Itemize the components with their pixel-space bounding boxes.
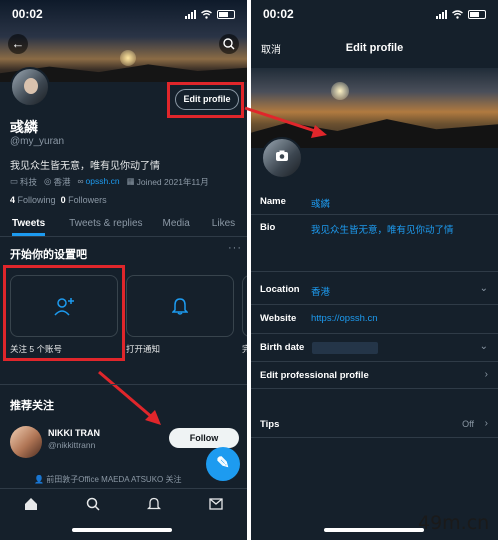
follow-stats: 4 Following 0 Followers [10,195,107,205]
profile-meta: ▭ 科技 ◎ 香港 ∞ opssh.cn ▦ Joined 2021年11月 [10,176,209,188]
home-icon[interactable] [24,497,38,511]
edit-profile-screen: 00:02 Edit profile 取消 Name 彧繗 Bio 我见众生皆无… [251,0,498,540]
profile-tabs: Tweets Tweets & replies Media Likes [0,213,247,237]
header-image[interactable] [251,68,498,148]
following-count[interactable]: 4 [10,195,15,205]
chevron-down-icon: ⌄ [479,283,488,294]
birth-date-row[interactable]: Birth date ⌄ [251,334,498,362]
avatar[interactable] [261,137,303,179]
wifi-icon [452,9,463,19]
bell-icon [172,298,188,315]
bell-icon[interactable] [147,497,162,511]
profile-location: 香港 [53,177,71,187]
professional-profile-row[interactable]: Edit professional profile › [251,362,498,389]
recommended-user-name[interactable]: NIKKI TRAN [48,428,100,438]
bottom-nav [0,488,247,518]
name-label: Name [260,196,286,207]
briefcase-icon: ▭ [10,176,19,186]
bio-field[interactable]: 我见众生皆无意，唯有见你动了情 [311,222,454,236]
status-bar: 00:02 [0,0,247,28]
birth-date-field[interactable] [312,342,378,354]
camera-icon[interactable] [275,149,289,163]
bio-row[interactable]: Bio 我见众生皆无意，唯有见你动了情 [251,215,498,272]
followers-count[interactable]: 0 [61,195,66,205]
tab-tweets-replies[interactable]: Tweets & replies [69,213,142,236]
profile-link[interactable]: opssh.cn [86,176,120,188]
divider [0,384,247,385]
card-label-notifications: 打开通知 [126,344,161,354]
calendar-icon: ▦ [126,176,135,186]
recommend-title: 推荐关注 [10,400,54,412]
profile-handle: @my_yuran [10,136,65,147]
follow-button[interactable]: Follow [169,428,239,448]
annotation-arrow [98,370,161,425]
status-time: 00:02 [12,7,43,21]
location-label: Location [260,284,300,295]
back-arrow-icon[interactable]: ← [8,34,28,54]
watermark: 49m.cn [418,512,490,534]
tips-value: Off [462,419,474,429]
profile-category: 科技 [20,177,38,187]
tab-likes[interactable]: Likes [212,213,235,236]
setup-title: 开始你的设置吧 [10,249,87,261]
battery-icon [468,9,486,19]
following-label[interactable]: Following [18,195,56,205]
tips-row[interactable]: Tips Off › [251,410,498,438]
cancel-button[interactable]: 取消 [261,41,281,56]
setup-card-notifications[interactable] [126,275,234,337]
tips-label: Tips [260,419,280,430]
chevron-right-icon: › [484,369,488,380]
tab-tweets[interactable]: Tweets [12,213,46,236]
location-row[interactable]: Location 香港 ⌄ [251,276,498,305]
profile-joined: Joined 2021年11月 [136,177,209,187]
person-icon: 👤 [34,475,44,484]
chevron-down-icon: ⌄ [479,341,488,352]
page-title: Edit profile [345,42,404,54]
birth-date-label: Birth date [260,342,305,353]
profile-bio: 我见众生皆无意，唯有见你动了情 [10,161,160,172]
website-field[interactable]: https://opssh.cn [311,313,378,324]
link-icon: ∞ [77,176,84,186]
professional-profile-label: Edit professional profile [260,370,369,381]
bio-label: Bio [260,222,276,233]
more-icon[interactable]: ··· [228,242,242,254]
search-icon[interactable] [86,497,100,511]
signal-icon [436,9,447,19]
status-bar: 00:02 [251,0,498,28]
status-time: 00:02 [263,7,294,21]
tab-media[interactable]: Media [163,213,190,236]
recommended-user-avatar[interactable] [10,426,42,458]
followers-label[interactable]: Followers [68,195,107,205]
search-icon[interactable] [219,34,239,54]
card-label-follow: 关注 5 个账号 [10,344,62,354]
battery-icon [217,9,235,19]
website-label: Website [260,313,297,324]
wifi-icon [201,9,212,19]
home-indicator [324,528,424,532]
location-field[interactable]: 香港 [311,284,330,298]
signal-icon [185,9,196,19]
profile-name: 彧繗 [10,119,38,135]
edit-header: Edit profile 取消 [251,28,498,68]
compose-tweet-button[interactable]: ✎ [206,447,240,481]
home-indicator [72,528,172,532]
followed-by-text: 👤 前田敦子Office MAEDA ATSUKO 关注 [34,474,182,485]
website-row[interactable]: Website https://opssh.cn [251,305,498,334]
location-icon: ◎ [44,176,52,186]
profile-screen: 00:02 ← Edit profile 彧繗 @my_yuran 我见众生皆无… [0,0,247,540]
name-field[interactable]: 彧繗 [311,196,330,210]
mail-icon[interactable] [209,497,223,511]
avatar[interactable] [10,67,50,107]
name-row[interactable]: Name 彧繗 [251,188,498,215]
chevron-right-icon: › [484,418,488,429]
followed-by-label: 前田敦子Office MAEDA ATSUKO 关注 [46,475,182,484]
edit-profile-button[interactable]: Edit profile [175,89,239,110]
recommended-user-handle: @nikkittrann [48,440,96,450]
